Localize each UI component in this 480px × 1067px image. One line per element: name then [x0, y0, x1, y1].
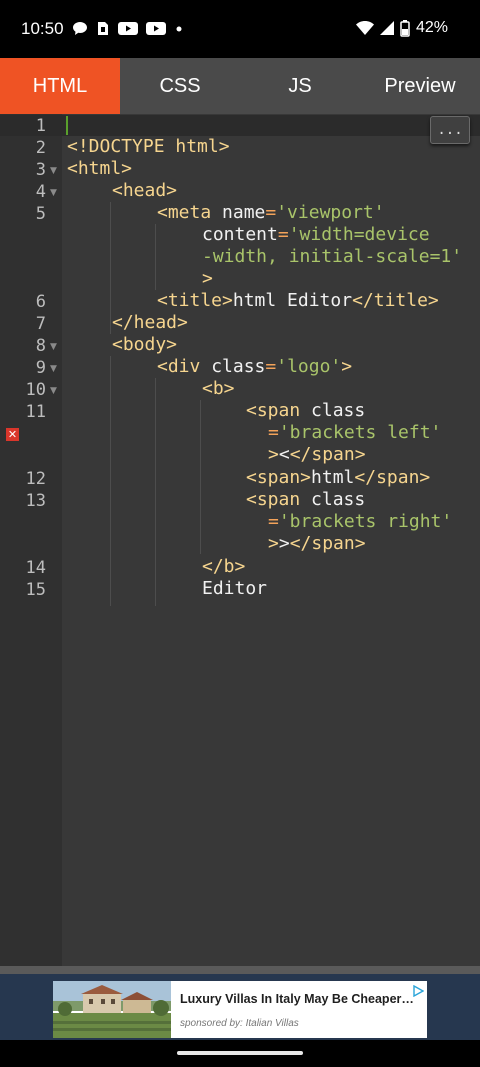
line-gutter	[0, 114, 62, 966]
code-line: ><</span>	[268, 444, 366, 465]
error-icon[interactable]: ✕	[6, 428, 19, 441]
indent-guide	[110, 202, 111, 334]
code-line: </b>	[202, 556, 246, 577]
line-number: 3	[35, 160, 46, 180]
fold-marker-icon[interactable]: ▼	[50, 386, 57, 396]
line-number: 11	[25, 402, 46, 422]
chat-bubble-icon	[73, 22, 87, 35]
status-time: 10:50	[21, 19, 64, 38]
code-line: ='brackets right'	[268, 511, 453, 532]
code-line: content='width=device	[202, 224, 430, 245]
code-line: <title>html Editor</title>	[157, 290, 439, 311]
ad-banner[interactable]: Luxury Villas In Italy May Be Cheaper… s…	[53, 981, 427, 1038]
tab-js[interactable]: JS	[240, 58, 360, 114]
line-number: 7	[35, 314, 46, 334]
fold-marker-icon[interactable]: ▼	[50, 364, 57, 374]
tab-html[interactable]: HTML	[0, 58, 120, 114]
system-icons: 42%	[355, 19, 448, 37]
youtube-icon	[146, 22, 166, 35]
indent-guide	[200, 400, 201, 554]
more-options-button[interactable]: ...	[430, 116, 470, 144]
code-line: <body>	[112, 334, 178, 355]
code-line: <html>	[67, 158, 133, 179]
youtube-icon	[118, 22, 138, 35]
line-number: 2	[35, 138, 46, 158]
code-editor[interactable]: 1 2 3 4 5 6 7 8 9 10 11 12 13 14 15 ▼ ▼ …	[0, 114, 480, 966]
home-indicator[interactable]	[177, 1051, 303, 1055]
indent-guide	[110, 356, 111, 606]
wifi-icon	[355, 21, 374, 35]
ad-title[interactable]: Luxury Villas In Italy May Be Cheaper…	[180, 992, 414, 1006]
code-line: <div class='logo'>	[157, 356, 353, 377]
code-line: Editor	[202, 578, 268, 599]
status-bar: 10:50 42%	[0, 0, 480, 58]
indent-guide	[155, 224, 156, 290]
line-number: 15	[25, 580, 46, 600]
code-line: ='brackets left'	[268, 422, 442, 443]
fold-marker-icon[interactable]: ▼	[50, 342, 57, 352]
line-number: 12	[25, 469, 46, 489]
line-number: 13	[25, 491, 46, 511]
ad-choices-icon[interactable]	[412, 985, 424, 997]
line-number: 6	[35, 292, 46, 312]
text-cursor	[66, 116, 68, 135]
signal-icon	[379, 21, 394, 35]
fold-marker-icon[interactable]: ▼	[50, 166, 57, 176]
line-number: 10	[25, 380, 46, 400]
code-line: <span class	[246, 400, 366, 421]
editor-tabs: HTML CSS JS Preview	[0, 58, 480, 114]
code-line: <span class	[246, 489, 366, 510]
line-number: 9	[35, 358, 46, 378]
sim-card-icon	[98, 22, 108, 35]
code-line: </head>	[112, 312, 188, 333]
code-line: <b>	[202, 378, 235, 399]
fold-marker-icon[interactable]: ▼	[50, 188, 57, 198]
indent-guide	[155, 378, 156, 606]
code-line: <!DOCTYPE html>	[67, 136, 230, 157]
code-line: <meta name='viewport'	[157, 202, 385, 223]
line-number: 1	[35, 116, 46, 136]
line-number: 4	[35, 182, 46, 202]
ad-sponsor: sponsored by: Italian Villas	[180, 1018, 299, 1029]
line-number: 8	[35, 336, 46, 356]
battery-icon	[400, 19, 410, 37]
code-line: -width, initial-scale=1'	[202, 246, 463, 267]
line-number: 5	[35, 204, 46, 224]
tab-css[interactable]: CSS	[120, 58, 240, 114]
code-line: <head>	[112, 180, 178, 201]
code-line: >	[202, 268, 213, 289]
active-line-highlight	[0, 115, 480, 136]
dot-icon	[176, 26, 182, 32]
editor-divider	[0, 966, 480, 974]
battery-percent: 42%	[415, 19, 448, 36]
navigation-bar	[0, 1040, 480, 1067]
notification-icons	[72, 21, 184, 36]
villa-image	[53, 981, 171, 1038]
code-line: >></span>	[268, 533, 366, 554]
code-line: <span>html</span>	[246, 467, 431, 488]
tab-preview[interactable]: Preview	[360, 58, 480, 114]
line-number: 14	[25, 558, 46, 578]
